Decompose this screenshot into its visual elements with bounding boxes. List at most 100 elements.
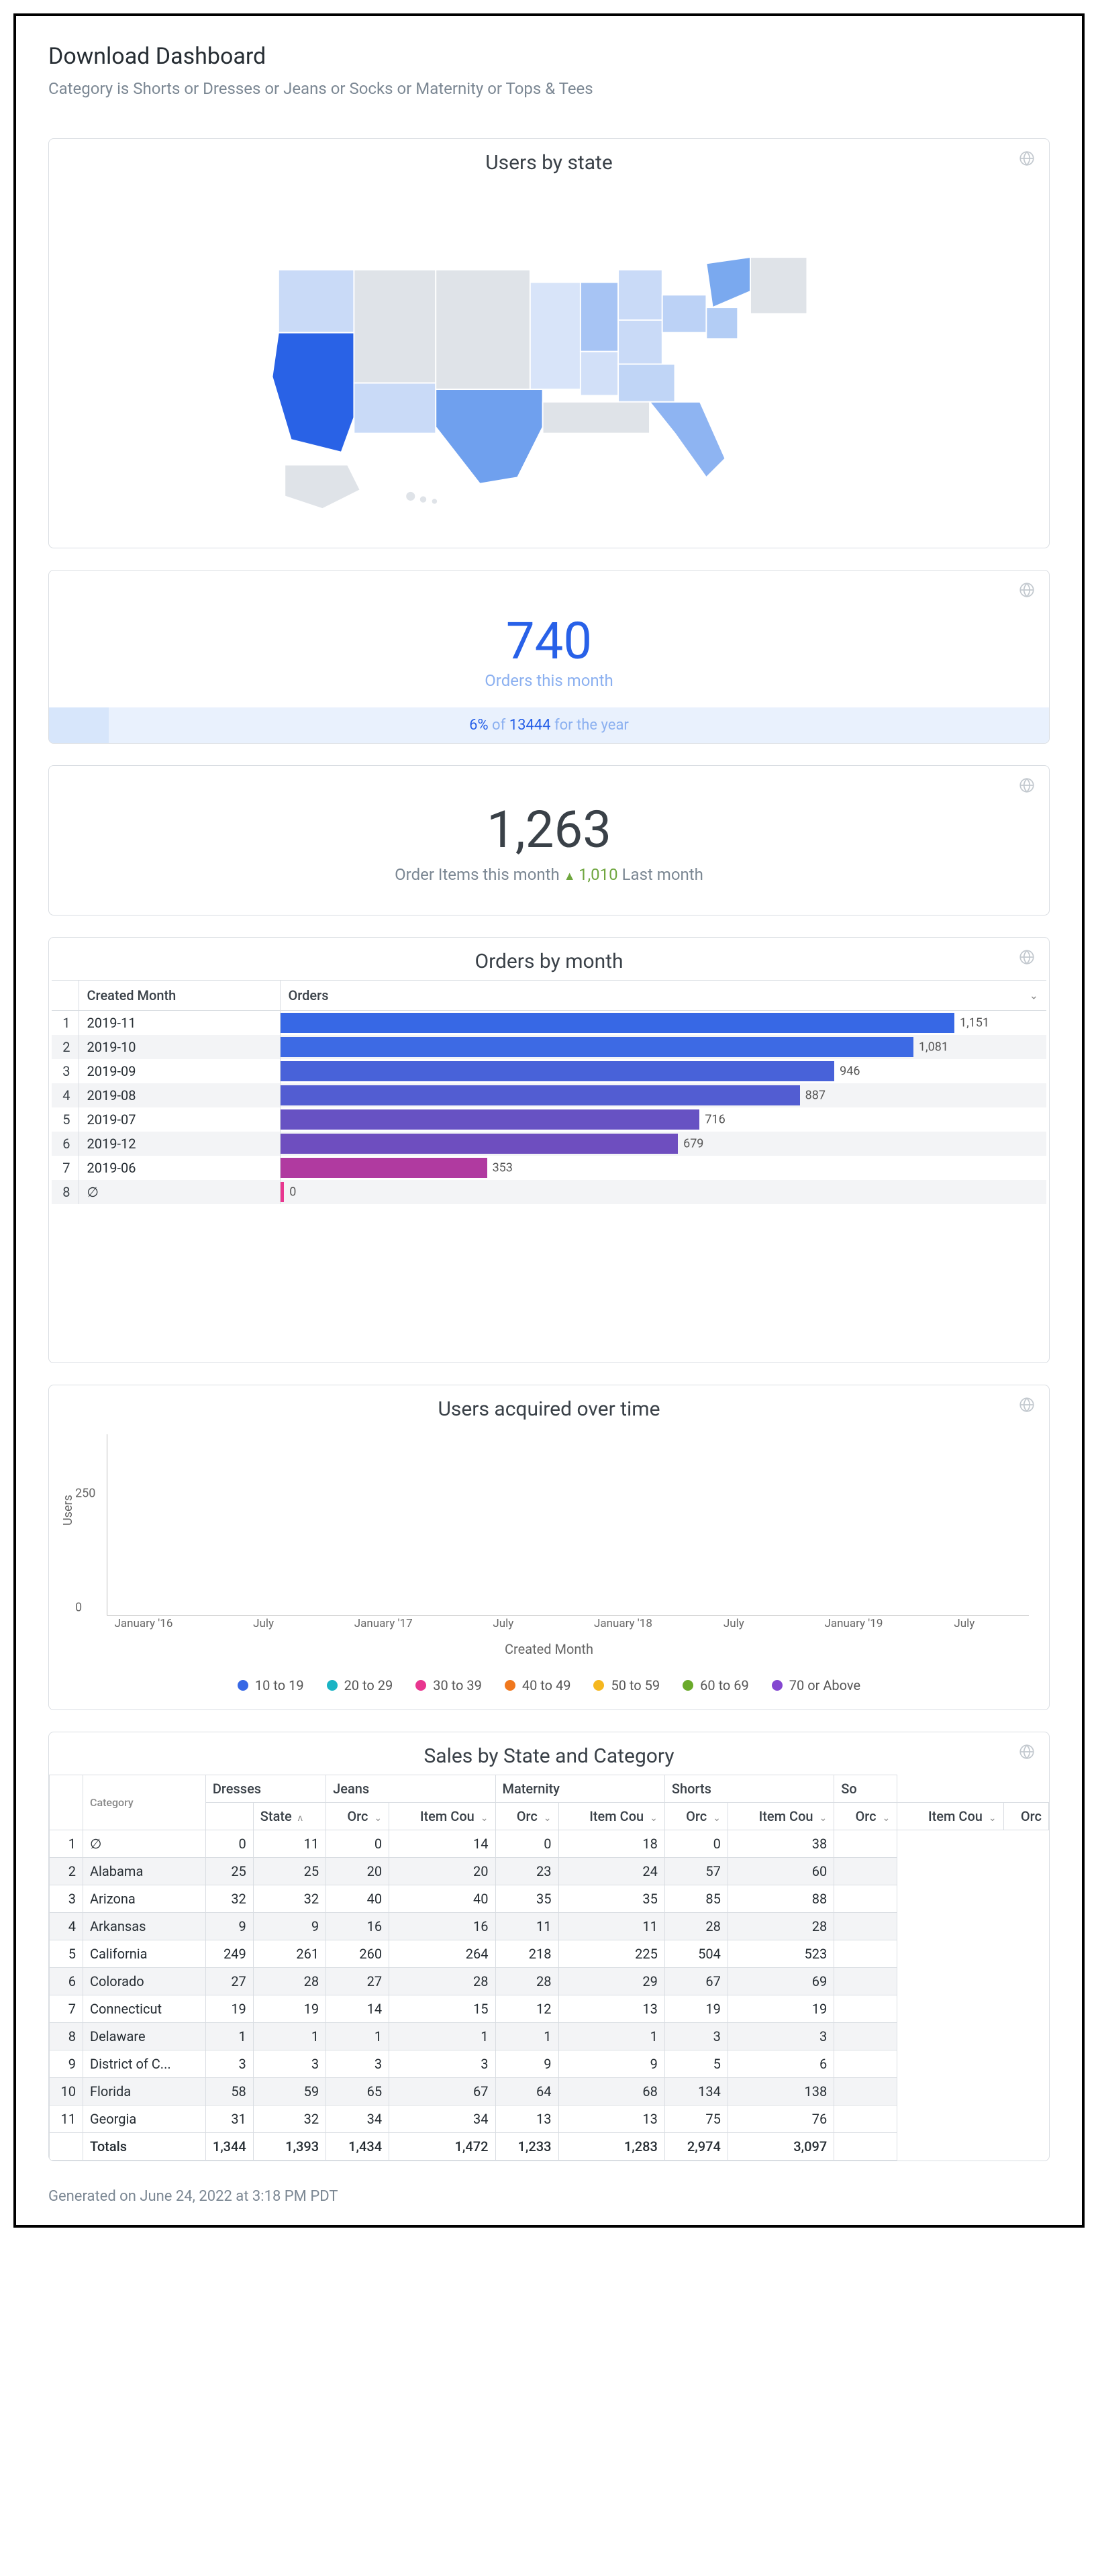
col-metric[interactable]: Item Cou ⌄	[558, 1803, 664, 1830]
col-metric[interactable]: Item Cou ⌄	[897, 1803, 1003, 1830]
panel-title: Users acquired over time	[49, 1385, 1049, 1428]
table-row[interactable]: 8∅0	[52, 1180, 1046, 1204]
cell-state: Florida	[83, 2078, 206, 2106]
table-row[interactable]: 9District of C...33339956	[50, 2050, 1049, 2078]
x-tick: July	[493, 1617, 513, 1630]
cell-value: 25	[253, 1858, 326, 1885]
panel-title: Orders by month	[49, 938, 1049, 980]
legend-item[interactable]: 20 to 29	[327, 1677, 393, 1693]
legend-item[interactable]: 40 to 49	[505, 1677, 571, 1693]
table-row[interactable]: 1∅011014018038	[50, 1830, 1049, 1858]
legend-label: 20 to 29	[344, 1677, 393, 1693]
cell-value: 75	[664, 2106, 728, 2133]
legend-item[interactable]: 10 to 19	[238, 1677, 304, 1693]
cell-value: 11	[495, 1913, 558, 1940]
cell-state: Delaware	[83, 2023, 206, 2050]
cell-value: 19	[728, 1995, 834, 2023]
y-tick: 250	[75, 1487, 95, 1501]
table-row[interactable]: 62019-12679	[52, 1132, 1046, 1156]
orders-month-progress: 6% of 13444 for the year	[49, 707, 1049, 743]
col-category[interactable]: Jeans	[326, 1775, 495, 1803]
cell-value: 1	[495, 2023, 558, 2050]
cell-value: 225	[558, 1940, 664, 1968]
cell-value: 13	[558, 2106, 664, 2133]
legend-item[interactable]: 60 to 69	[683, 1677, 749, 1693]
cell-orders-bar: 353	[280, 1156, 1046, 1180]
cell-value: 523	[728, 1940, 834, 1968]
legend-swatch	[505, 1680, 515, 1691]
cell-value: 32	[253, 2106, 326, 2133]
panel-order-items: 1,263 Order Items this month 1,010 Last …	[48, 765, 1050, 915]
col-metric[interactable]: Item Cou ⌄	[728, 1803, 834, 1830]
cell-orders-bar: 716	[280, 1107, 1046, 1132]
table-row[interactable]: 10Florida585965676468134138	[50, 2078, 1049, 2106]
legend-item[interactable]: 30 to 39	[415, 1677, 482, 1693]
table-row[interactable]: 4Arkansas99161611112828	[50, 1913, 1049, 1940]
cell-value: 0	[495, 1830, 558, 1858]
cell-state: Georgia	[83, 2106, 206, 2133]
table-row[interactable]: 42019-08887	[52, 1083, 1046, 1107]
cell-value: 68	[558, 2078, 664, 2106]
table-row[interactable]: 72019-06353	[52, 1156, 1046, 1180]
panel-orders-by-month: Orders by month Created Month Orders⌄ 12…	[48, 937, 1050, 1363]
totals-value: 1,472	[389, 2133, 495, 2161]
row-index: 2	[52, 1035, 79, 1059]
col-metric[interactable]: Orc ⌄	[834, 1803, 897, 1830]
col-metric[interactable]: Orc	[1003, 1803, 1048, 1830]
cell-month: 2019-06	[79, 1156, 280, 1180]
cell-value: 138	[728, 2078, 834, 2106]
table-row[interactable]: 3Arizona3232404035358588	[50, 1885, 1049, 1913]
x-tick: July	[253, 1617, 274, 1630]
col-metric[interactable]: Orc ⌄	[664, 1803, 728, 1830]
cell-value: 34	[389, 2106, 495, 2133]
cell-value: 20	[326, 1858, 389, 1885]
cell-value: 1	[389, 2023, 495, 2050]
totals-label: Totals	[83, 2133, 206, 2161]
cell-value: 3	[728, 2023, 834, 2050]
users-acquired-chart[interactable]: 0 250	[107, 1434, 1029, 1616]
table-row[interactable]: 11Georgia3132343413137576	[50, 2106, 1049, 2133]
col-category[interactable]: Maternity	[495, 1775, 664, 1803]
cell-month: 2019-10	[79, 1035, 280, 1059]
cell-value: 28	[389, 1968, 495, 1995]
cell-orders-bar: 679	[280, 1132, 1046, 1156]
table-row[interactable]: 52019-07716	[52, 1107, 1046, 1132]
col-category[interactable]: Dresses	[205, 1775, 326, 1803]
globe-icon[interactable]	[1018, 1396, 1036, 1414]
cell-value: 1	[558, 2023, 664, 2050]
table-row[interactable]: 6Colorado2728272828296769	[50, 1968, 1049, 1995]
progress-mid: of	[489, 717, 509, 734]
cell-value: 35	[558, 1885, 664, 1913]
cell-state: Arizona	[83, 1885, 206, 1913]
totals-value: 3,097	[728, 2133, 834, 2161]
table-row[interactable]: 8Delaware11111133	[50, 2023, 1049, 2050]
legend-item[interactable]: 70 or Above	[772, 1677, 860, 1693]
col-created-month[interactable]: Created Month	[79, 981, 280, 1011]
table-row[interactable]: 5California249261260264218225504523	[50, 1940, 1049, 1968]
table-row[interactable]: 2Alabama2525202023245760	[50, 1858, 1049, 1885]
cell-value: 261	[253, 1940, 326, 1968]
cell-value: 67	[664, 1968, 728, 1995]
col-metric[interactable]: Orc ⌄	[326, 1803, 389, 1830]
legend-item[interactable]: 50 to 59	[593, 1677, 660, 1693]
globe-icon[interactable]	[1018, 150, 1036, 167]
table-row[interactable]: 22019-101,081	[52, 1035, 1046, 1059]
us-map[interactable]	[49, 181, 1049, 548]
panel-title: Sales by State and Category	[49, 1732, 1049, 1775]
table-row[interactable]: 7Connecticut1919141512131919	[50, 1995, 1049, 2023]
col-state[interactable]: State ʌ	[253, 1803, 326, 1830]
globe-icon[interactable]	[1018, 777, 1036, 794]
col-metric[interactable]: Item Cou ⌄	[389, 1803, 495, 1830]
table-row[interactable]: 12019-111,151	[52, 1011, 1046, 1036]
row-index: 5	[52, 1107, 79, 1132]
globe-icon[interactable]	[1018, 948, 1036, 966]
cell-value: 59	[253, 2078, 326, 2106]
chevron-down-icon[interactable]: ⌄	[1030, 989, 1038, 1002]
globe-icon[interactable]	[1018, 1743, 1036, 1761]
col-category[interactable]: So	[834, 1775, 897, 1803]
globe-icon[interactable]	[1018, 581, 1036, 599]
col-metric[interactable]: Orc ⌄	[495, 1803, 558, 1830]
col-category[interactable]: Shorts	[664, 1775, 834, 1803]
col-orders[interactable]: Orders⌄	[280, 981, 1046, 1011]
table-row[interactable]: 32019-09946	[52, 1059, 1046, 1083]
